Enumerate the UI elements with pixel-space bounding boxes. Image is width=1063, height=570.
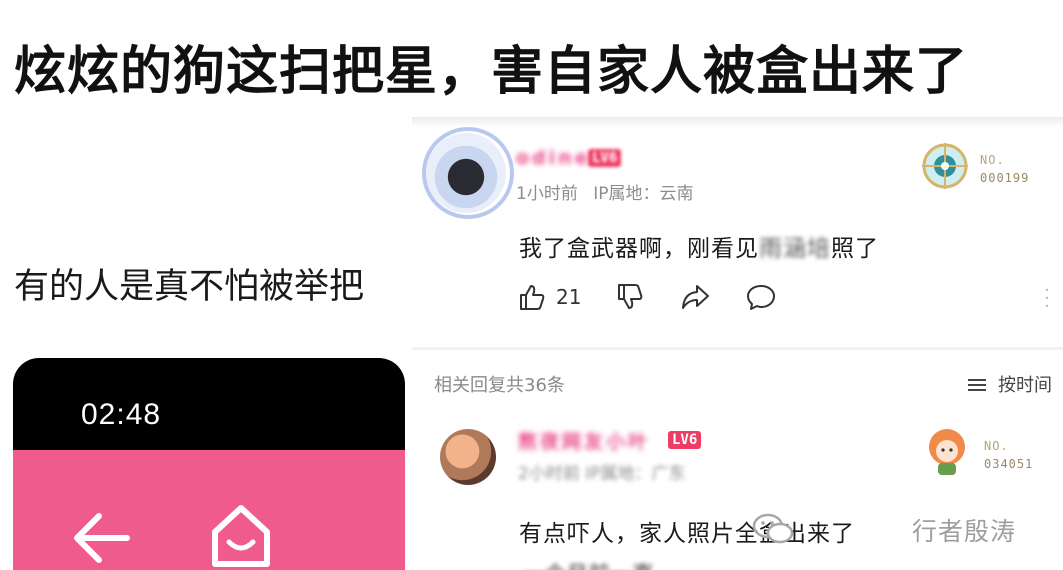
reply-meta: 2小时前 IP属地：广东 xyxy=(518,464,686,484)
comment-bubble-icon[interactable] xyxy=(746,283,776,311)
home-icon[interactable] xyxy=(209,502,273,570)
avatar[interactable] xyxy=(426,133,506,213)
share-icon[interactable] xyxy=(680,283,710,311)
phone-clock: 02:48 xyxy=(81,398,162,431)
badge-number: 034051 xyxy=(984,457,1034,471)
comment-time: 1小时前 xyxy=(516,184,578,204)
fan-number-badge: NO. 000199 xyxy=(920,141,1040,193)
section-divider xyxy=(412,347,1063,350)
level-badge: LV6 xyxy=(668,431,702,449)
more-vertical-icon[interactable]: · · · xyxy=(1044,282,1050,316)
ip-label: IP属地： xyxy=(593,184,660,204)
thumbs-down-icon[interactable] xyxy=(616,283,644,311)
avatar[interactable] xyxy=(440,429,496,485)
badge-prefix: NO. xyxy=(980,153,1005,167)
reply-text: 有点吓人，家人照片全盒出来了 xyxy=(519,521,855,547)
compass-badge-icon xyxy=(922,143,968,189)
article-excerpt: 有的人是真不怕被举把 xyxy=(14,267,365,307)
watermark-text: 行者殷涛 xyxy=(912,517,1017,546)
badge-number: 000199 xyxy=(980,171,1030,185)
like-count: 21 xyxy=(556,285,582,309)
list-sort-icon[interactable] xyxy=(967,378,987,392)
sort-by-time-button[interactable]: 按时间 xyxy=(998,371,1052,397)
thumbs-up-icon[interactable] xyxy=(518,283,546,311)
cartoon-girl-badge-icon xyxy=(929,429,965,475)
reply-username[interactable]: 熬夜网友小叶 xyxy=(518,427,650,454)
arrow-left-icon[interactable] xyxy=(69,508,133,568)
badge-prefix: NO. xyxy=(984,439,1009,453)
article-headline: 炫炫的狗这扫把星，害自家人被盒出来了 xyxy=(14,42,969,102)
ip-region: 云南 xyxy=(659,184,694,204)
reply-partial-line: 一个月前一直 xyxy=(522,557,654,570)
level-badge: LV6 xyxy=(588,149,622,167)
comment-username[interactable]: odine xyxy=(516,147,591,169)
wechat-icon xyxy=(752,513,794,544)
fan-number-badge: NO. 034051 xyxy=(920,423,1040,481)
replies-count-title: 相关回复共36条 xyxy=(434,375,565,396)
comment-screenshot: odine LV6 1小时前 IP属地：云南 NO. 000199 我了盒武器啊… xyxy=(412,117,1063,570)
comment-text: 我了盒武器啊，刚看见雨涵培照了 xyxy=(519,236,879,262)
phone-screenshot: 02:48 xyxy=(13,358,405,570)
comment-meta: 1小时前 IP属地：云南 xyxy=(516,179,694,204)
